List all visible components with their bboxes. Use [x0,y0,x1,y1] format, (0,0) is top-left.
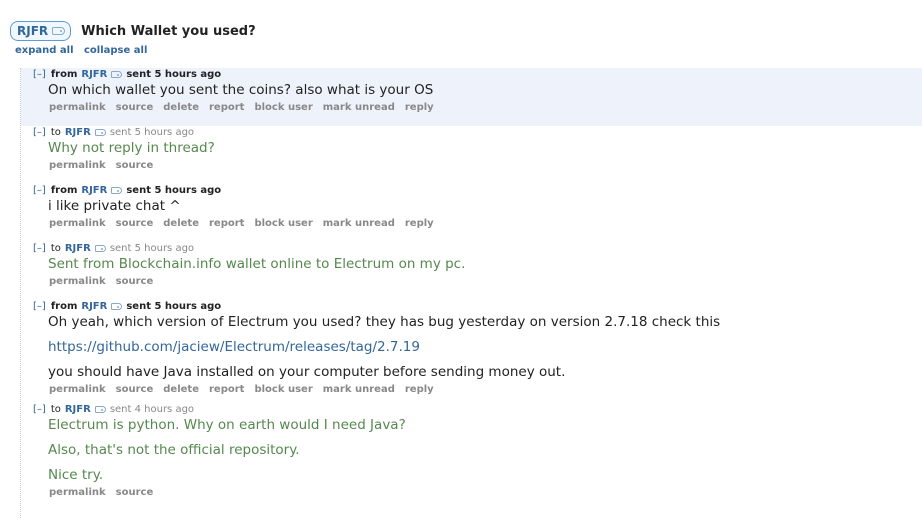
message-body-line: Why not reply in thread? [48,140,215,156]
block-user-button[interactable]: block user [254,102,312,113]
message-header: RJFR Which Wallet you used? [10,20,256,42]
source-button[interactable]: source [116,487,154,498]
message-body-line: Sent from Blockchain.info wallet online … [48,256,466,272]
sent-time: sent 5 hours ago [126,69,222,80]
sent-time: sent 5 hours ago [126,185,222,196]
collapse-toggle[interactable]: [–] [33,243,46,254]
report-button[interactable]: report [209,102,244,113]
collapse-all-link[interactable]: collapse all [84,45,147,56]
report-button[interactable]: report [209,218,244,229]
message-tagline: [–] from RJFR sent 5 hours ago [33,301,221,312]
expand-controls: expand all collapse all [15,45,154,56]
tag-icon[interactable] [111,71,123,78]
message-item: [–] to RJFR sent 4 hours ago Electrum is… [21,403,922,508]
block-user-button[interactable]: block user [254,218,312,229]
message-buttons: permalink source [49,276,163,287]
github-release-link[interactable]: https://github.com/jaciew/Electrum/relea… [48,339,420,355]
permalink-button[interactable]: permalink [49,102,106,113]
user-chip[interactable]: RJFR [10,21,72,41]
permalink-button[interactable]: permalink [49,160,106,171]
message-body-line: you should have Java installed on your c… [48,364,566,380]
collapse-toggle[interactable]: [–] [33,127,46,138]
message-item: [–] from RJFR sent 5 hours ago On which … [21,68,922,126]
message-direction: from [50,301,78,312]
message-body-line: Also, that's not the official repository… [48,442,300,458]
mark-unread-button[interactable]: mark unread [323,218,395,229]
message-body-line: On which wallet you sent the coins? also… [48,82,434,98]
user-chip-name[interactable]: RJFR [17,24,48,38]
message-thread: [–] from RJFR sent 5 hours ago On which … [20,68,922,518]
message-direction: to [50,243,61,254]
author-link[interactable]: RJFR [81,69,107,80]
message-item: [–] to RJFR sent 5 hours ago Why not rep… [21,126,922,184]
author-link[interactable]: RJFR [81,301,107,312]
delete-button[interactable]: delete [163,102,199,113]
message-body-line: i like private chat ^ [48,198,181,214]
message-buttons: permalink source [49,487,163,498]
message-direction: to [50,404,61,415]
collapse-toggle[interactable]: [–] [33,301,46,312]
message-body-line: Electrum is python. Why on earth would I… [48,417,406,433]
message-tagline: [–] from RJFR sent 5 hours ago [33,69,221,80]
message-tagline: [–] to RJFR sent 5 hours ago [33,243,194,254]
message-direction: from [50,185,78,196]
tag-icon[interactable] [111,187,123,194]
author-link[interactable]: RJFR [65,127,91,138]
permalink-button[interactable]: permalink [49,384,106,395]
expand-all-link[interactable]: expand all [15,45,74,56]
author-link[interactable]: RJFR [81,185,107,196]
source-button[interactable]: source [116,384,154,395]
tag-icon[interactable] [94,245,106,252]
message-body-link-line: https://github.com/jaciew/Electrum/relea… [48,339,420,355]
message-body-line: Nice try. [48,467,104,483]
report-button[interactable]: report [209,384,244,395]
source-button[interactable]: source [116,276,154,287]
message-buttons: permalink source [49,160,163,171]
message-item: [–] from RJFR sent 5 hours ago i like pr… [21,184,922,242]
tag-icon[interactable] [94,129,106,136]
sent-time: sent 5 hours ago [109,127,195,138]
tag-icon[interactable] [111,303,123,310]
source-button[interactable]: source [116,218,154,229]
sent-time: sent 4 hours ago [109,404,195,415]
tag-icon[interactable] [94,406,106,413]
message-tagline: [–] to RJFR sent 5 hours ago [33,127,194,138]
permalink-button[interactable]: permalink [49,276,106,287]
reply-button[interactable]: reply [405,102,434,113]
thread-subject: Which Wallet you used? [81,23,256,39]
message-buttons: permalink source delete report block user mar… [49,384,444,395]
message-tagline: [–] to RJFR sent 4 hours ago [33,404,194,415]
permalink-button[interactable]: permalink [49,487,106,498]
message-buttons: permalink source delete report block user mar… [49,218,444,229]
source-button[interactable]: source [116,102,154,113]
collapse-toggle[interactable]: [–] [33,69,46,80]
mark-unread-button[interactable]: mark unread [323,384,395,395]
mark-unread-button[interactable]: mark unread [323,102,395,113]
collapse-toggle[interactable]: [–] [33,185,46,196]
reply-button[interactable]: reply [405,218,434,229]
message-tagline: [–] from RJFR sent 5 hours ago [33,185,221,196]
block-user-button[interactable]: block user [254,384,312,395]
sent-time: sent 5 hours ago [126,301,222,312]
message-item: [–] to RJFR sent 5 hours ago Sent from B… [21,242,922,300]
collapse-toggle[interactable]: [–] [33,404,46,415]
message-direction: to [50,127,61,138]
reply-button[interactable]: reply [405,384,434,395]
author-link[interactable]: RJFR [65,404,91,415]
message-item: [–] from RJFR sent 5 hours ago Oh yeah, … [21,300,922,403]
source-button[interactable]: source [116,160,154,171]
message-buttons: permalink source delete report block user mar… [49,102,444,113]
sent-time: sent 5 hours ago [109,243,195,254]
message-direction: from [50,69,78,80]
delete-button[interactable]: delete [163,384,199,395]
message-body-line: Oh yeah, which version of Electrum you u… [48,314,721,330]
delete-button[interactable]: delete [163,218,199,229]
permalink-button[interactable]: permalink [49,218,106,229]
tag-icon[interactable] [52,27,66,35]
author-link[interactable]: RJFR [65,243,91,254]
